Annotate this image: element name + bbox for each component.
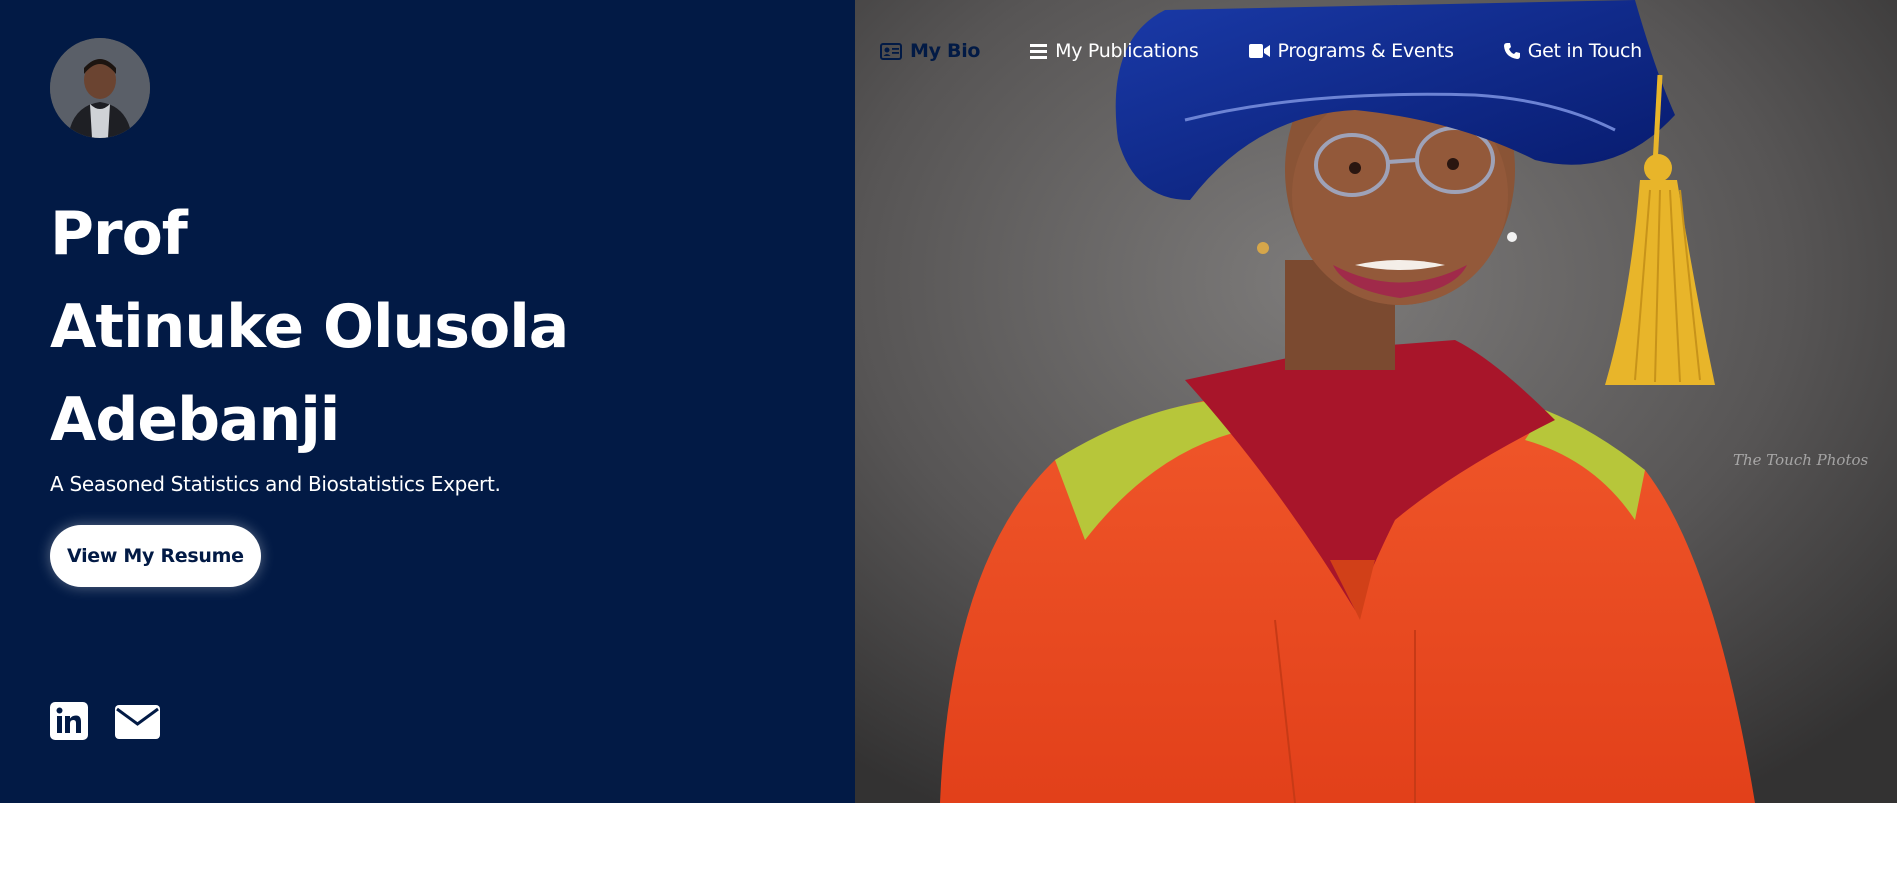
envelope-icon: [115, 705, 160, 739]
nav-item-my-publications[interactable]: My Publications: [1030, 40, 1199, 62]
photo-watermark: The Touch Photos: [1733, 451, 1869, 469]
profile-tagline: A Seasoned Statistics and Biostatistics …: [50, 472, 501, 496]
nav-label-my-bio: My Bio: [910, 40, 981, 62]
linkedin-link[interactable]: [50, 702, 88, 744]
main-nav: My Bio My Publications Programs & Events: [880, 40, 1692, 62]
nav-item-programs-events[interactable]: Programs & Events: [1248, 40, 1455, 62]
list-icon: [1030, 43, 1048, 59]
hero-section: Prof Atinuke Olusola Adebanji A Seasoned…: [0, 0, 1897, 803]
hero-left-panel: Prof Atinuke Olusola Adebanji A Seasoned…: [0, 0, 855, 803]
profile-name: Prof Atinuke Olusola Adebanji: [50, 188, 569, 467]
id-card-icon: [880, 42, 902, 60]
linkedin-icon: [50, 702, 88, 740]
name-title: Prof: [50, 199, 188, 269]
nav-item-my-bio[interactable]: My Bio: [880, 40, 980, 62]
nav-label-my-publications: My Publications: [1055, 40, 1199, 62]
view-resume-button[interactable]: View My Resume: [50, 525, 261, 587]
nav-label-programs-events: Programs & Events: [1277, 40, 1455, 62]
phone-icon: [1503, 43, 1520, 59]
name-first-middle: Atinuke Olusola: [50, 292, 569, 362]
nav-item-get-in-touch[interactable]: Get in Touch: [1503, 40, 1643, 62]
avatar-photo-icon: [50, 38, 150, 138]
name-last: Adebanji: [50, 385, 340, 455]
video-camera-icon: [1248, 44, 1270, 58]
hero-photo-panel: The Touch Photos: [855, 0, 1897, 803]
profile-avatar: [50, 38, 150, 138]
email-link[interactable]: [115, 705, 160, 743]
nav-label-get-in-touch: Get in Touch: [1527, 40, 1643, 62]
portrait-photo: [855, 0, 1897, 803]
